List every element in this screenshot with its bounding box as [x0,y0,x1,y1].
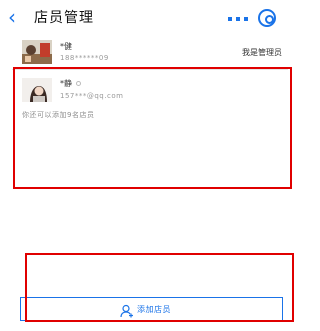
avatar-photo-icon [22,40,52,64]
member-name: *健 [60,42,72,51]
back-chevron-icon[interactable]: ‹ [8,7,28,29]
more-dots-icon[interactable] [228,17,250,21]
nav-bar: ‹ 店员管理 [0,0,300,36]
mini-program-capsule [222,8,282,30]
close-target-icon[interactable] [258,9,276,27]
highlight-box-button [25,253,294,322]
page-title: 店员管理 [34,10,94,26]
admin-badge: 我是管理员 [242,48,282,57]
highlight-box-list [13,67,292,189]
member-row-admin[interactable]: *健 188******09 我是管理员 [0,38,300,66]
member-phone: 188******09 [60,54,109,62]
